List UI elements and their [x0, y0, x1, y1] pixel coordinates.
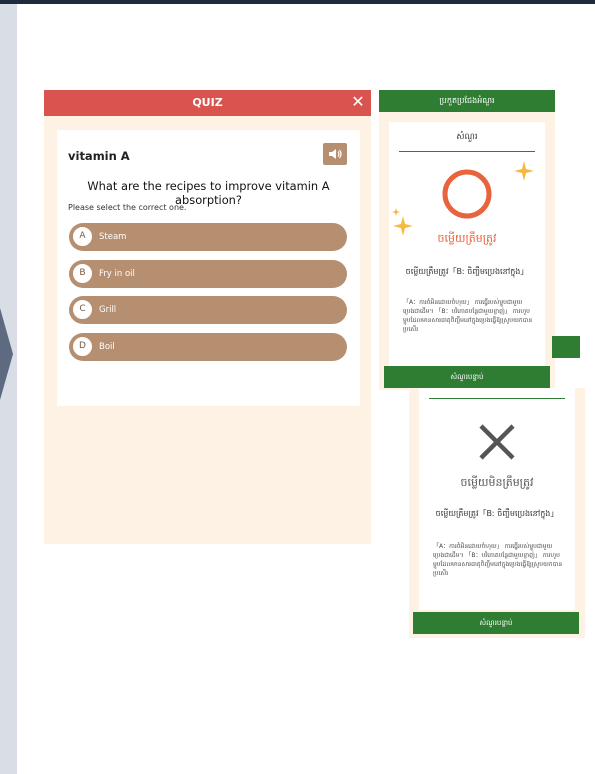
option-a-button[interactable]: A Steam [69, 223, 347, 251]
correct-result-card: ប្រកួតប្រជែងអំណួរ សំណួរ ចម្លើយត្រឹមត្រូវ… [379, 90, 555, 390]
option-b-button[interactable]: B Fry in oil [69, 260, 347, 288]
option-label: Fry in oil [99, 269, 135, 279]
top-bar [0, 0, 595, 4]
answer-text: ចម្លើយត្រឹមត្រូវ「Bː ចិញ្ចឹមប្រេងនៅក្នុង」 [405, 267, 529, 276]
instruction-text: Please select the correct one. [68, 203, 187, 212]
quiz-header: QUIZ ✕ [44, 90, 371, 116]
divider [399, 151, 535, 152]
option-letter: C [72, 299, 93, 320]
left-arrow-icon[interactable] [0, 308, 13, 400]
close-icon[interactable]: ✕ [349, 93, 367, 111]
tab-marker [552, 336, 580, 358]
circle-correct-icon [442, 169, 492, 219]
next-question-button[interactable]: សំណួរបន្ទាប់ [413, 612, 579, 634]
option-label: Steam [99, 232, 127, 242]
next-question-button[interactable]: សំណួរបន្ទាប់ [384, 366, 550, 388]
option-label: Grill [99, 305, 117, 315]
option-letter: A [72, 226, 93, 247]
verdict-text: ចម្លើយមិនត្រឹមត្រូវ [460, 476, 534, 489]
option-label: Boil [99, 342, 115, 352]
cross-wrong-icon [479, 424, 515, 460]
speaker-icon[interactable] [323, 143, 347, 165]
quiz-title: QUIZ [192, 96, 223, 109]
option-c-button[interactable]: C Grill [69, 296, 347, 324]
result-label: សំណួរ [456, 132, 478, 142]
result-header: ប្រកួតប្រជែងអំណួរ [379, 90, 555, 112]
divider [429, 398, 565, 399]
result-body: សំណួរ ចម្លើយត្រឹមត្រូវ ចម្លើយត្រឹមត្រូវ「… [389, 122, 545, 382]
explanation-text: 「A：ការចំអិនដោយចំហុយ」 ការធ្វើរបស់ម្ហូបជាម… [433, 543, 563, 577]
question-card: vitamin A What are the recipes to improv… [57, 130, 360, 406]
option-d-button[interactable]: D Boil [69, 333, 347, 361]
option-letter: D [72, 336, 93, 357]
result-body: ចម្លើយមិនត្រឹមត្រូវ ចម្លើយត្រឹមត្រូវ「Bː … [419, 388, 575, 610]
sparkle-icon [514, 161, 534, 181]
quiz-panel: QUIZ ✕ vitamin A What are the recipes to… [44, 90, 371, 544]
verdict-text: ចម្លើយត្រឹមត្រូវ [437, 232, 497, 245]
option-letter: B [72, 263, 93, 284]
answer-text: ចម្លើយត្រឹមត្រូវ「Bː ចិញ្ចឹមប្រេងនៅក្នុង」 [435, 509, 559, 518]
wrong-result-card: ចម្លើយមិនត្រឹមត្រូវ ចម្លើយត្រឹមត្រូវ「Bː … [409, 388, 585, 638]
question-topic: vitamin A [68, 149, 130, 163]
